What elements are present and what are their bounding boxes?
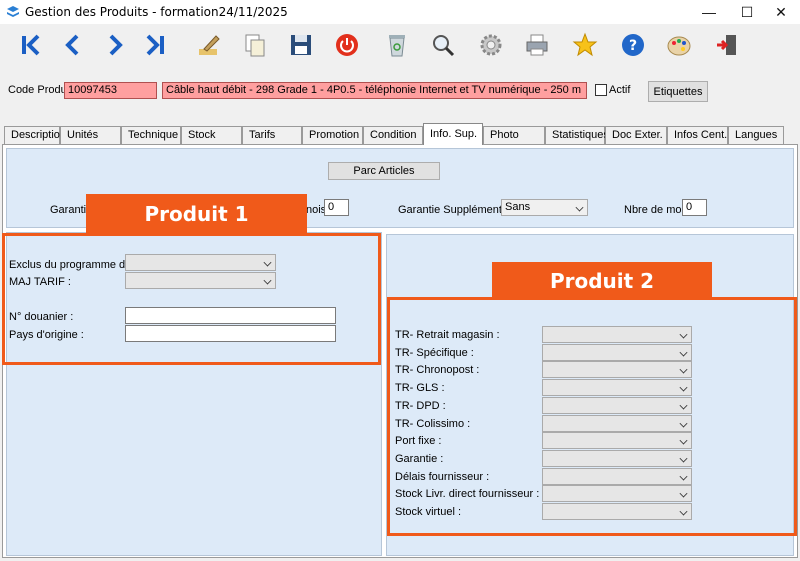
exit-door-icon[interactable]: [710, 28, 744, 62]
produit2-label: Produit 2: [492, 262, 712, 300]
minimize-button[interactable]: —: [688, 0, 730, 24]
produit1-label: Produit 1: [86, 194, 307, 234]
nbre-mois-input[interactable]: 0: [682, 199, 707, 216]
tab-infos-cent[interactable]: Infos Cent.: [667, 126, 728, 144]
star-icon[interactable]: [568, 28, 602, 62]
tab-promotion[interactable]: Promotion: [302, 126, 363, 144]
app-icon: [7, 6, 19, 17]
actif-label: Actif: [609, 84, 631, 96]
tab-info-sup[interactable]: Info. Sup.: [423, 123, 483, 145]
mois-input[interactable]: 0: [324, 199, 349, 216]
product-code-field[interactable]: 10097453: [64, 82, 157, 99]
tab-stock[interactable]: Stock: [181, 126, 242, 144]
power-icon[interactable]: [330, 28, 364, 62]
tab-langues[interactable]: Langues: [728, 126, 784, 144]
tab-technique[interactable]: Technique: [121, 126, 181, 144]
magnifier-icon[interactable]: [426, 28, 460, 62]
actif-checkbox[interactable]: [595, 84, 607, 96]
first-record-icon[interactable]: [14, 28, 48, 62]
tab-tarifs[interactable]: Tarifs: [242, 126, 302, 144]
tab-unités[interactable]: Unités: [60, 126, 121, 144]
etiquettes-button[interactable]: Etiquettes: [648, 81, 708, 102]
palette-icon[interactable]: [662, 28, 696, 62]
printer-icon[interactable]: [520, 28, 554, 62]
garantie-supp-value: Sans: [505, 201, 531, 213]
save-disk-icon[interactable]: [284, 28, 318, 62]
parc-articles-button[interactable]: Parc Articles: [328, 162, 440, 180]
previous-record-icon[interactable]: [56, 28, 90, 62]
window-title: Gestion des Produits - formation24/11/20…: [25, 5, 288, 19]
last-record-icon[interactable]: [138, 28, 172, 62]
tab-photo[interactable]: Photo: [483, 126, 545, 144]
produit1-highlight-box: [2, 233, 381, 365]
tab-condition[interactable]: Condition: [363, 126, 423, 144]
svg-text:?: ?: [629, 38, 637, 54]
help-icon[interactable]: ?: [616, 28, 650, 62]
copy-documents-icon[interactable]: [238, 28, 272, 62]
produit2-highlight-box: [387, 297, 797, 536]
gear-icon[interactable]: [474, 28, 508, 62]
title-bar: Gestion des Produits - formation24/11/20…: [0, 0, 800, 24]
tab-doc-exter[interactable]: Doc Exter.: [605, 126, 667, 144]
recycle-bin-icon[interactable]: [380, 28, 414, 62]
edit-pen-icon[interactable]: [192, 28, 226, 62]
toolbar: ?: [0, 26, 800, 66]
tab-statistiques[interactable]: Statistiques: [545, 126, 609, 144]
garantie-supp-select[interactable]: Sans: [501, 199, 588, 216]
close-button[interactable]: ✕: [760, 0, 800, 24]
product-description-field[interactable]: Câble haut débit - 298 Grade 1 - 4P0.5 -…: [162, 82, 587, 99]
next-record-icon[interactable]: [98, 28, 132, 62]
tab-description[interactable]: Description: [4, 126, 66, 144]
